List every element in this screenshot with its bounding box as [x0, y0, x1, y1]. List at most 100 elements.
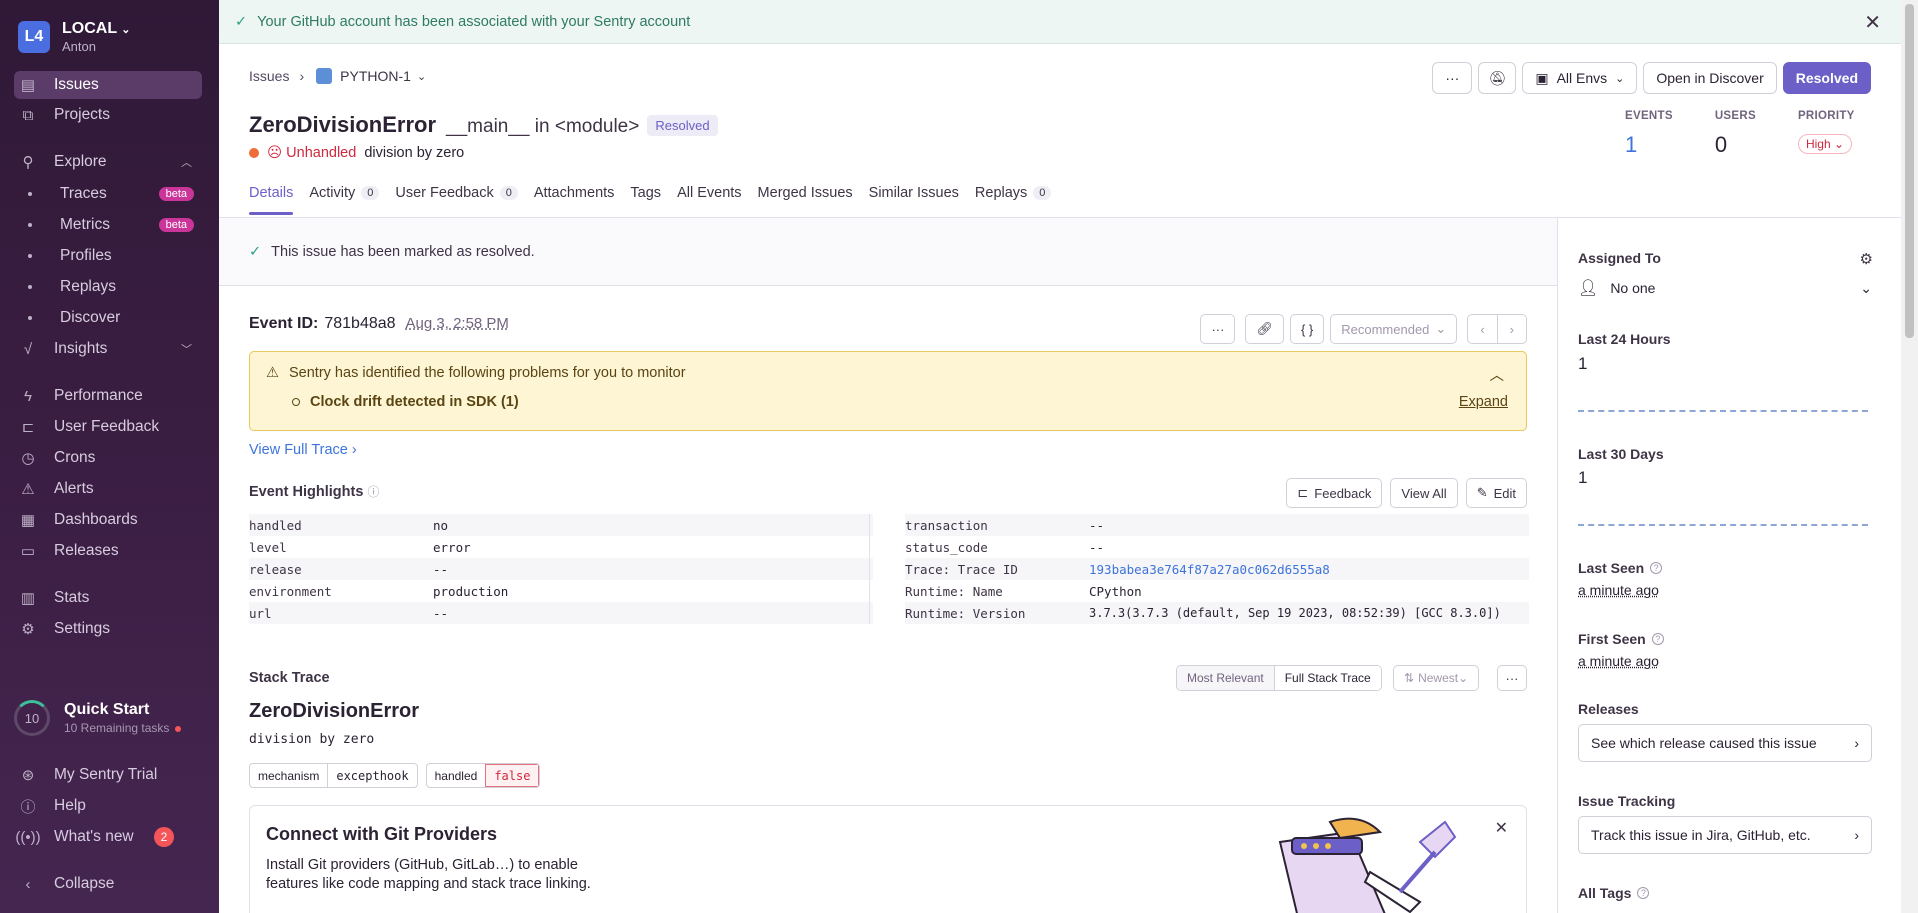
sidebar-item-traces[interactable]: Traces beta	[28, 182, 202, 206]
tab-attachments[interactable]: Attachments	[534, 185, 615, 215]
breadcrumb-issues[interactable]: Issues	[249, 68, 289, 84]
question-icon: ?	[1637, 887, 1650, 899]
sidebar-item-alerts[interactable]: ⚠ Alerts	[18, 475, 202, 503]
sidebar-item-issues[interactable]: ▤ Issues	[14, 71, 202, 99]
all-tags-label: All Tags?	[1578, 885, 1650, 901]
sidebar-item-stats[interactable]: ▥ Stats	[18, 584, 202, 612]
feedback-button[interactable]: ⊏ Feedback	[1286, 478, 1383, 508]
highlights-left: handled no level error release -- environme…	[249, 514, 873, 624]
user-icon: 👤︎	[1578, 280, 1599, 297]
sidebar-item-trial[interactable]: ⊛ My Sentry Trial	[18, 761, 202, 789]
megaphone-icon: ⊏	[21, 419, 35, 436]
last-seen-label: Last Seen?	[1578, 560, 1663, 576]
unhandled-label: ☹ Unhandled	[267, 145, 357, 161]
sidebar-item-settings[interactable]: ⚙ Settings	[18, 615, 202, 643]
chevron-down-icon: ⌄	[1860, 279, 1872, 296]
kv-row: Trace: Trace ID 193babea3e764f87a27a0c062…	[905, 558, 1529, 580]
tab-merged-issues[interactable]: Merged Issues	[758, 185, 853, 215]
issue-tabs: Details Activity 0 User Feedback 0 Attachm…	[249, 185, 1052, 215]
chevron-right-icon: ›	[1854, 827, 1859, 843]
success-banner: ✓ Your GitHub account has been associate…	[219, 0, 1901, 44]
last-30d-value: 1	[1578, 468, 1588, 487]
sort-dropdown[interactable]: ⇅ Newest ⌄	[1393, 665, 1480, 691]
event-id[interactable]: 781b48a8	[324, 315, 395, 333]
prev-event-button[interactable]: ‹	[1467, 314, 1498, 344]
view-full-trace-link[interactable]: View Full Trace ›	[249, 442, 357, 458]
link-icon[interactable]: 🔗︎	[1245, 314, 1284, 344]
sidebar-item-insights[interactable]: √ Insights ﹀	[18, 335, 202, 363]
more-actions-button[interactable]: ···	[1432, 62, 1473, 94]
most-relevant-toggle[interactable]: Most Relevant	[1177, 666, 1274, 690]
mute-button[interactable]: 🔕︎	[1478, 62, 1517, 94]
resolved-notice: ✓ This issue has been marked as resolved.	[219, 218, 1557, 286]
issue-tracking-button[interactable]: Track this issue in Jira, GitHub, etc. ›	[1578, 816, 1872, 854]
open-in-discover-button[interactable]: Open in Discover	[1643, 62, 1777, 94]
scrollbar[interactable]	[1901, 0, 1918, 913]
gear-icon[interactable]: ⚙	[1860, 250, 1873, 268]
sidebar-item-discover[interactable]: Discover	[28, 306, 202, 330]
priority-dropdown[interactable]: High ⌄	[1797, 134, 1853, 154]
gear-icon: ⚙	[21, 621, 35, 638]
full-stack-toggle[interactable]: Full Stack Trace	[1273, 666, 1381, 690]
problem-item: Clock drift detected in SDK (1)	[310, 394, 519, 410]
tab-details[interactable]: Details	[249, 185, 294, 215]
sidebar-item-releases[interactable]: ▭ Releases	[18, 537, 202, 565]
edit-button[interactable]: ✎ Edit	[1465, 478, 1527, 508]
kv-row: Runtime: Version 3.7.3(3.7.3 (default, Se…	[905, 602, 1529, 624]
last-24h-label: Last 24 Hours	[1578, 331, 1671, 347]
tab-all-events[interactable]: All Events	[677, 185, 741, 215]
tab-user-feedback[interactable]: User Feedback 0	[395, 185, 518, 215]
handled-tag[interactable]: handled false	[425, 763, 541, 788]
mechanism-tag[interactable]: mechanism excepthook	[249, 763, 418, 788]
resolved-button[interactable]: Resolved	[1782, 62, 1871, 94]
view-all-button[interactable]: View All	[1390, 478, 1458, 508]
chevron-up-icon[interactable]: ︿	[1490, 364, 1505, 385]
issue-actions: ··· 🔕︎ ▣ All Envs ⌄ Open in Discover Resol…	[1432, 62, 1871, 94]
sidebar-item-crons[interactable]: ◷ Crons	[18, 444, 202, 472]
sidebar-item-performance[interactable]: ϟ Performance	[18, 382, 202, 410]
sidebar-item-user-feedback[interactable]: ⊏ User Feedback	[18, 413, 202, 441]
sidebar-item-metrics[interactable]: Metrics beta	[28, 213, 202, 237]
banner-text: Your GitHub account has been associated …	[257, 13, 691, 30]
env-selector[interactable]: ▣ All Envs ⌄	[1522, 62, 1638, 94]
event-nav: ··· 🔗︎ { } Recommended ⌄ ‹ ›	[1200, 314, 1527, 344]
quick-start[interactable]: 10 Quick Start 10 Remaining tasks	[14, 700, 182, 736]
release-cause-button[interactable]: See which release caused this issue ›	[1578, 724, 1872, 762]
sidebar-item-help[interactable]: ⓘ Help	[18, 792, 202, 820]
sidebar-collapse[interactable]: ‹ Collapse	[18, 870, 202, 898]
stack-trace-title: Stack Trace	[249, 670, 330, 686]
close-icon[interactable]: ✕	[1495, 818, 1508, 838]
scrollbar-thumb[interactable]	[1905, 4, 1914, 338]
event-more-button[interactable]: ···	[1200, 314, 1236, 344]
git-providers-card: Connect with Git Providers Install Git p…	[249, 805, 1527, 913]
org-switcher[interactable]: L4 LOCAL ⌄ Anton	[18, 20, 130, 54]
sidebar-item-projects[interactable]: ⧉ Projects	[18, 101, 202, 129]
stats-icon: ▥	[20, 590, 36, 607]
sidebar-item-whats-new[interactable]: ((•)) What's new 2	[15, 823, 202, 851]
stack-more-button[interactable]: ···	[1497, 665, 1527, 691]
exception-type: ZeroDivisionError	[249, 700, 420, 722]
sidebar-item-dashboards[interactable]: ▦ Dashboards	[18, 506, 202, 534]
tab-replays[interactable]: Replays 0	[975, 185, 1052, 215]
chevron-down-icon: ⌄	[1615, 72, 1625, 85]
issue-sidebar: Assigned To ⚙ 👤︎ No one ⌄ Last 24 Hours 1 …	[1557, 218, 1901, 913]
close-icon[interactable]: ✕	[1864, 10, 1881, 35]
sidebar-item-explore[interactable]: ⚲ Explore ︿	[18, 148, 202, 176]
sidebar-item-profiles[interactable]: Profiles	[28, 244, 202, 268]
tab-tags[interactable]: Tags	[630, 185, 661, 215]
project-selector[interactable]: PYTHON-1 ⌄	[316, 68, 426, 84]
python-icon	[316, 68, 333, 84]
sidebar-item-replays[interactable]: Replays	[28, 275, 202, 299]
next-event-button[interactable]: ›	[1496, 314, 1527, 344]
events-count[interactable]: 1	[1625, 132, 1673, 158]
tab-activity[interactable]: Activity 0	[309, 185, 380, 215]
tab-similar-issues[interactable]: Similar Issues	[869, 185, 959, 215]
assignee-dropdown[interactable]: 👤︎ No one ⌄	[1578, 278, 1872, 298]
highlights-right: transaction -- status_code -- Trace: Trace…	[905, 514, 1529, 624]
trace-id-link[interactable]: 193babea3e764f87a27a0c062d6555a8	[1089, 562, 1330, 577]
expand-link[interactable]: Expand	[1459, 394, 1508, 410]
recommended-dropdown[interactable]: Recommended ⌄	[1330, 314, 1458, 344]
search-icon: ⚲	[22, 154, 34, 171]
kv-row: transaction --	[905, 514, 1529, 536]
json-icon[interactable]: { }	[1289, 314, 1325, 344]
